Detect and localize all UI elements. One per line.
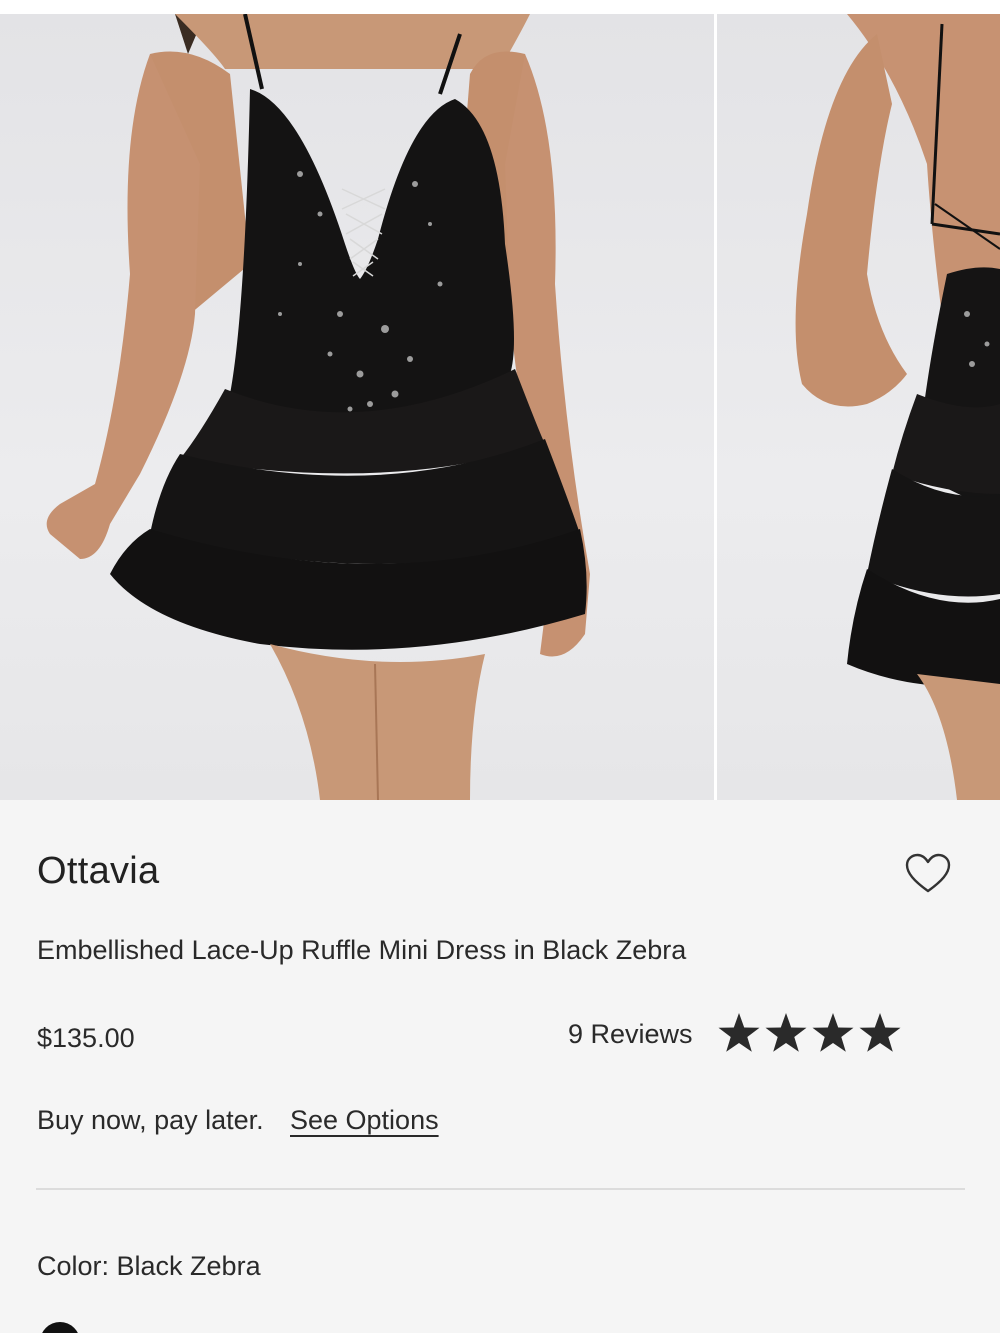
heart-outline-icon [905, 853, 951, 893]
product-image-back[interactable] [717, 14, 1000, 800]
star-icon [765, 1013, 807, 1052]
product-brand: Ottavia [37, 850, 160, 892]
section-divider [36, 1188, 965, 1190]
product-price: $135.00 [37, 1023, 135, 1053]
star-icon [812, 1013, 854, 1052]
product-image-gallery[interactable] [0, 0, 1000, 800]
star-icon [859, 1013, 901, 1052]
product-image-front[interactable] [0, 14, 714, 800]
star-half-icon [907, 1013, 948, 1052]
pay-later-text: Buy now, pay later. [37, 1105, 264, 1135]
wishlist-button[interactable] [904, 852, 952, 894]
see-options-link[interactable]: See Options [290, 1102, 439, 1138]
color-label: Color: Black Zebra [37, 1251, 261, 1281]
reviews-link[interactable]: 9 Reviews [568, 1016, 693, 1052]
product-page: Ottavia Embellished Lace-Up Ruffle Mini … [0, 0, 1000, 1333]
star-icon [718, 1013, 760, 1052]
product-name: Embellished Lace-Up Ruffle Mini Dress in… [37, 935, 687, 965]
gallery-top-strip [0, 0, 1000, 14]
star-rating[interactable] [718, 1010, 948, 1058]
